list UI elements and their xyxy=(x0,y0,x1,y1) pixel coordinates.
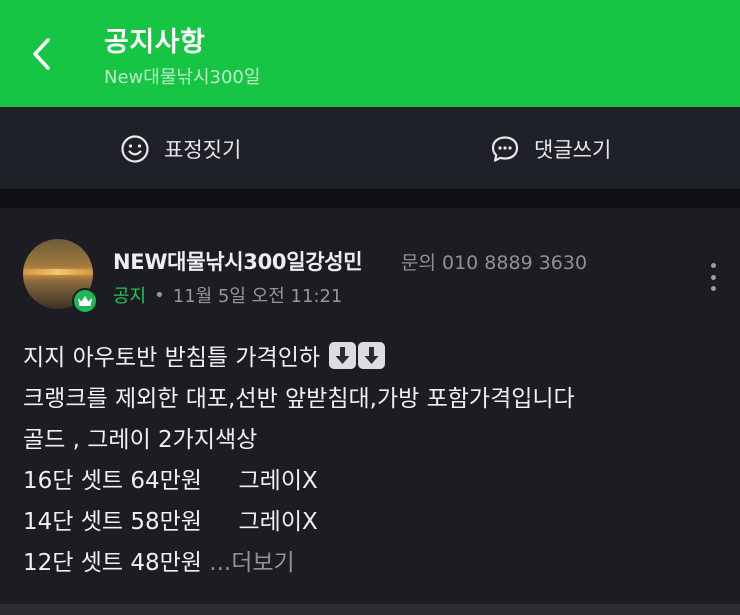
down-arrow-icon xyxy=(329,342,357,369)
read-more-link[interactable]: ...더보기 xyxy=(209,550,294,576)
chat-bubble-icon xyxy=(490,134,520,164)
cafe-name: New대물낚시300일 xyxy=(104,67,261,88)
crown-badge xyxy=(72,288,98,314)
app-header: 공지사항 New대물낚시300일 xyxy=(0,0,740,107)
smile-icon xyxy=(120,134,150,164)
down-arrow-icon xyxy=(358,342,386,369)
bottom-edge xyxy=(0,604,740,615)
more-vertical-icon xyxy=(710,263,716,268)
notice-tag: 공지 xyxy=(113,286,147,307)
author-name[interactable]: NEW대물낚시300일강성민 xyxy=(113,246,363,276)
post-line: 골드 , 그레이 2가지색상 xyxy=(23,427,258,453)
post-line: 크랭크를 제외한 대포,선반 앞받침대,가방 포함가격입니다 xyxy=(23,386,575,412)
post-meta: 공지 • 11월 5일 오전 11:21 xyxy=(113,282,342,308)
comment-button-label: 댓글쓰기 xyxy=(534,138,612,162)
section-divider xyxy=(0,189,740,208)
post-line: 12단 셋트 48만원 ...더보기 xyxy=(23,550,295,576)
post-card: NEW대물낚시300일강성민 문의 010 8889 3630 공지 • 11월… xyxy=(0,208,740,608)
comment-button[interactable]: 댓글쓰기 xyxy=(490,129,611,169)
back-button[interactable] xyxy=(20,30,64,78)
post-line: 14단 셋트 58만원 그레이X xyxy=(23,509,318,535)
chevron-left-icon xyxy=(33,38,50,70)
more-options-button[interactable] xyxy=(700,260,726,294)
action-bar: 표정짓기 댓글쓰기 xyxy=(0,107,740,189)
crown-icon xyxy=(78,296,92,306)
emoji-button[interactable]: 표정짓기 xyxy=(120,129,241,169)
down-arrow-emoji xyxy=(327,342,386,371)
page-title: 공지사항 xyxy=(104,27,206,58)
post-content: 지지 아우토반 받침틀 가격인하 크랭크를 제외한 대포,선반 앞받침대,가방 … xyxy=(23,338,723,584)
meta-separator: • xyxy=(154,284,165,306)
emoji-button-label: 표정짓기 xyxy=(164,138,242,162)
post-timestamp: 11월 5일 오전 11:21 xyxy=(172,286,343,307)
post-line: 지지 아우토반 받침틀 가격인하 xyxy=(23,338,723,379)
post-line: 16단 셋트 64만원 그레이X xyxy=(23,468,318,494)
author-contact: 문의 010 8889 3630 xyxy=(401,252,588,274)
